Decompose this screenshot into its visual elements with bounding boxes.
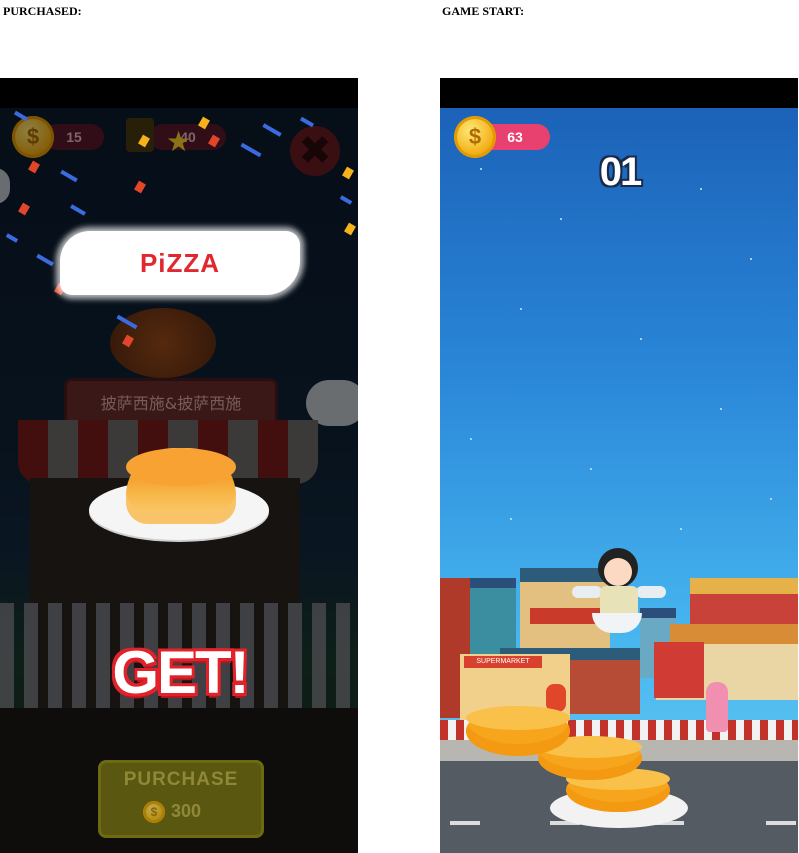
item-title: PiZZA [139, 247, 221, 278]
status-bar [0, 78, 358, 108]
lane-mark [766, 821, 796, 825]
star-dot [640, 338, 642, 340]
item-title-banner: PiZZA [60, 231, 300, 295]
dollar-coin-icon: $ [143, 801, 165, 823]
coin-count: 63 [507, 129, 523, 145]
caption-purchased: PURCHASED: [3, 4, 82, 18]
pizza-topping [466, 706, 570, 730]
character-sleeve [636, 586, 666, 598]
character-sleeve [572, 586, 602, 598]
star-dot [590, 468, 592, 470]
game-start-screenshot: 63 $ 01 SUPERMARKET [440, 78, 798, 853]
star-dot [480, 168, 482, 170]
star-dot [770, 498, 772, 500]
character-face [604, 558, 632, 586]
purchase-button[interactable]: PURCHASE $ 300 [98, 760, 264, 838]
star-dot [720, 408, 722, 410]
purchased-screen: 披萨西施&披萨西施 15 $ 40 ★ ✖ PiZZA GET! PURCHAS… [0, 108, 358, 853]
purchased-screenshot: 披萨西施&披萨西施 15 $ 40 ★ ✖ PiZZA GET! PURCHAS… [0, 78, 358, 853]
pizza-cake-reward-icon [126, 448, 236, 524]
lane-mark [450, 821, 480, 825]
status-bar [440, 78, 798, 108]
star-dot [700, 188, 702, 190]
get-label: GET! [112, 638, 249, 706]
purchase-label: PURCHASE [123, 769, 239, 790]
pedestrian [706, 682, 728, 732]
star-dot [470, 438, 472, 440]
star-dot [560, 218, 562, 220]
caption-game-start: GAME START: [442, 4, 525, 18]
star-dot [510, 518, 512, 520]
star-dot [750, 258, 752, 260]
star-dot [520, 308, 522, 310]
star-dot [680, 528, 682, 530]
shop-sign: SUPERMARKET [464, 656, 542, 668]
score: 01 [599, 150, 643, 194]
purchase-price: 300 [171, 801, 202, 821]
dollar-coin-icon: $ [454, 116, 496, 158]
game-screen[interactable]: 63 $ 01 SUPERMARKET [440, 108, 798, 853]
shop-building [654, 642, 704, 698]
